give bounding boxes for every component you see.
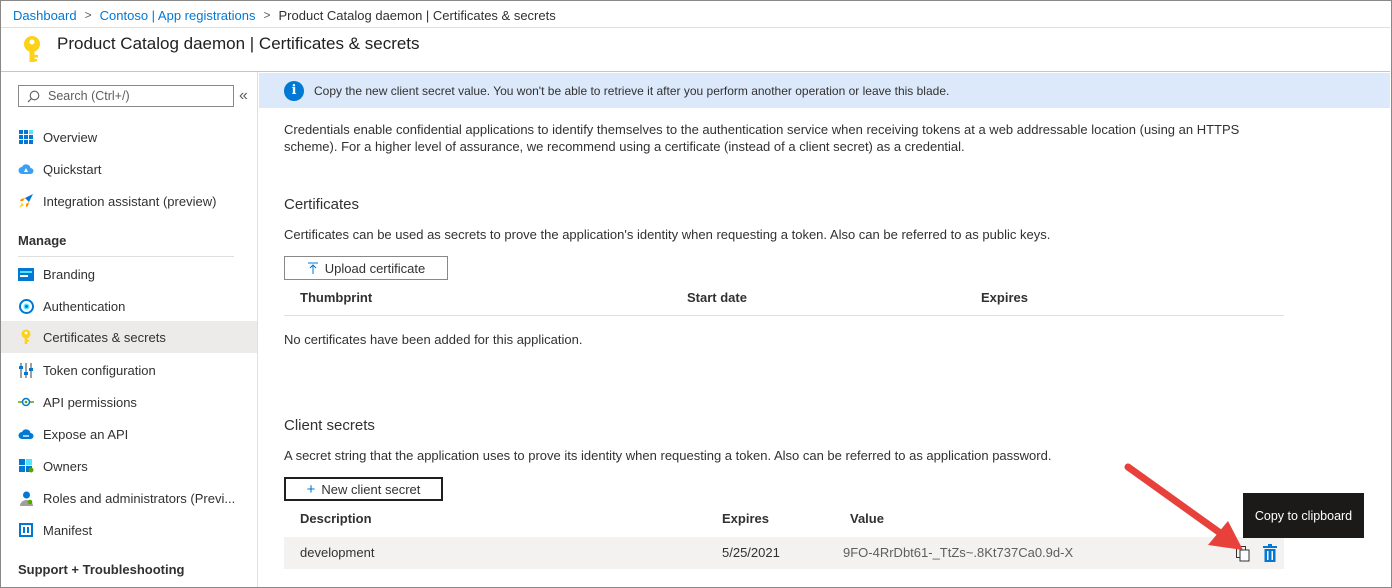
- breadcrumb-app-registrations[interactable]: Contoso | App registrations: [100, 8, 256, 23]
- upload-icon: [307, 262, 318, 274]
- manifest-icon: [17, 521, 35, 539]
- sidebar-item-roles-administrators[interactable]: Roles and administrators (Previ...: [1, 482, 257, 514]
- api-permissions-icon: [17, 393, 35, 411]
- info-banner: i Copy the new client secret value. You …: [259, 73, 1390, 108]
- column-header-expires: Expires: [981, 290, 1028, 305]
- expose-api-cloud-icon: [17, 425, 35, 443]
- sidebar-item-overview[interactable]: Overview: [1, 121, 257, 153]
- sidebar-item-label: Authentication: [43, 298, 126, 314]
- collapse-sidebar-button[interactable]: «: [239, 87, 248, 105]
- new-client-secret-button[interactable]: + New client secret: [284, 477, 443, 501]
- client-secrets-title: Client secrets: [284, 417, 375, 434]
- new-client-secret-label: New client secret: [321, 481, 421, 497]
- key-icon: [17, 328, 35, 346]
- copy-tooltip: Copy to clipboard: [1243, 493, 1364, 538]
- search-placeholder: Search (Ctrl+/): [48, 89, 130, 103]
- breadcrumb-current: Product Catalog daemon | Certificates & …: [278, 7, 556, 23]
- sidebar-item-branding[interactable]: Branding: [1, 258, 257, 290]
- support-section-title: Support + Troubleshooting: [18, 562, 185, 577]
- secret-value: 9FO-4RrDbt61-_TtZs~.8Kt737Ca0.9d-X: [843, 545, 1074, 560]
- sidebar-item-integration-assistant[interactable]: Integration assistant (preview): [1, 185, 257, 217]
- page-title: Product Catalog daemon | Certificates & …: [57, 34, 420, 53]
- certificates-title: Certificates: [284, 196, 360, 213]
- section-divider: [18, 256, 234, 257]
- column-header-expires: Expires: [722, 511, 769, 526]
- secret-expires: 5/25/2021: [722, 545, 780, 560]
- sidebar-item-token-configuration[interactable]: Token configuration: [1, 354, 257, 386]
- breadcrumb-dashboard[interactable]: Dashboard: [13, 8, 77, 23]
- sidebar-item-label: Branding: [43, 266, 96, 282]
- key-icon: [24, 36, 40, 62]
- quickstart-cloud-icon: [17, 160, 35, 178]
- branding-icon: [17, 265, 35, 283]
- sidebar-item-label: Token configuration: [43, 362, 156, 378]
- breadcrumb-separator: >: [263, 8, 271, 22]
- search-icon: [27, 90, 40, 102]
- intro-text-line-2: scheme). For a higher level of assurance…: [284, 139, 965, 154]
- sidebar-item-label: Expose an API: [43, 426, 129, 442]
- certificates-empty-message: No certificates have been added for this…: [284, 332, 583, 347]
- intro-text-line-1: Credentials enable confidential applicat…: [284, 122, 1240, 137]
- table-header-divider: [284, 315, 1284, 316]
- sidebar-item-label: Roles and administrators (Previ...: [43, 490, 236, 506]
- sidebar-item-label: Integration assistant (preview): [43, 193, 217, 209]
- sidebar-item-authentication[interactable]: Authentication: [1, 290, 257, 322]
- delete-icon[interactable]: [1263, 544, 1277, 562]
- authentication-icon: [17, 297, 35, 315]
- certificates-description: Certificates can be used as secrets to p…: [284, 227, 1051, 242]
- sidebar-item-label: Quickstart: [43, 161, 102, 177]
- sidebar-item-label: Manifest: [43, 522, 93, 538]
- column-header-thumbprint: Thumbprint: [300, 290, 373, 305]
- breadcrumb-divider: [1, 27, 1390, 28]
- plus-icon: +: [306, 480, 316, 498]
- search-input[interactable]: Search (Ctrl+/): [18, 85, 234, 107]
- sidebar: Search (Ctrl+/) « Overview Quickstart In…: [1, 72, 258, 587]
- info-banner-text: Copy the new client secret value. You wo…: [314, 83, 950, 98]
- roles-icon: [17, 489, 35, 507]
- client-secrets-description: A secret string that the application use…: [284, 448, 1052, 463]
- manage-section-title: Manage: [18, 233, 67, 248]
- annotation-arrow-icon: [1124, 463, 1243, 550]
- column-header-value: Value: [850, 511, 884, 526]
- sidebar-item-manifest[interactable]: Manifest: [1, 514, 257, 546]
- column-header-start-date: Start date: [687, 290, 747, 305]
- sidebar-item-label: Certificates & secrets: [43, 329, 166, 345]
- breadcrumb: Dashboard > Contoso | App registrations …: [13, 7, 556, 23]
- info-icon: i: [284, 80, 304, 101]
- page-header: Product Catalog daemon | Certificates & …: [20, 34, 420, 64]
- upload-certificate-button[interactable]: Upload certificate: [284, 256, 448, 280]
- sidebar-item-quickstart[interactable]: Quickstart: [1, 153, 257, 185]
- sidebar-item-expose-api[interactable]: Expose an API: [1, 418, 257, 450]
- sidebar-item-api-permissions[interactable]: API permissions: [1, 386, 257, 418]
- breadcrumb-separator: >: [84, 8, 92, 22]
- upload-certificate-label: Upload certificate: [324, 260, 426, 276]
- sidebar-item-certificates-secrets[interactable]: Certificates & secrets: [1, 321, 257, 353]
- token-config-icon: [17, 361, 35, 379]
- sidebar-item-label: API permissions: [43, 394, 137, 410]
- column-header-description: Description: [300, 511, 372, 526]
- sidebar-item-label: Overview: [43, 129, 98, 145]
- owners-icon: [17, 457, 35, 475]
- sidebar-item-label: Owners: [43, 458, 88, 474]
- sidebar-item-owners[interactable]: Owners: [1, 450, 257, 482]
- rocket-icon: [17, 192, 35, 210]
- secret-description: development: [300, 545, 375, 560]
- overview-grid-icon: [17, 128, 35, 146]
